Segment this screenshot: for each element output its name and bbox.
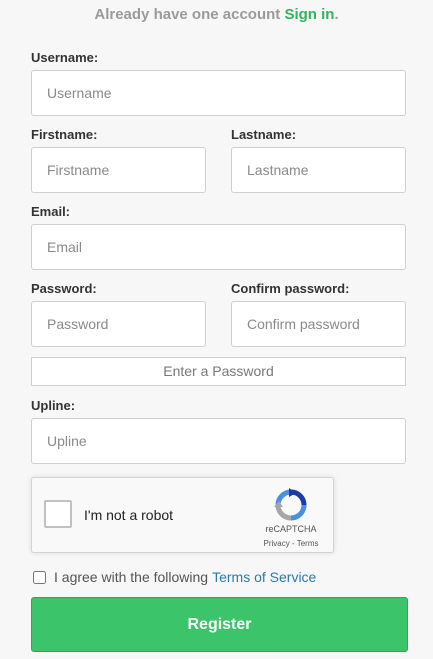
upline-label: Upline: — [31, 398, 76, 413]
username-input[interactable] — [31, 70, 406, 116]
upline-input[interactable] — [31, 418, 406, 464]
confirm-password-input[interactable] — [231, 301, 406, 347]
recaptcha-checkbox[interactable] — [44, 500, 72, 528]
recaptcha-logo-icon — [274, 488, 307, 521]
signin-link[interactable]: Sign in — [284, 6, 334, 23]
firstname-input[interactable] — [31, 147, 206, 193]
terms-text: I agree with the following — [54, 569, 209, 585]
terms-agreement: I agree with the following Terms of Serv… — [33, 569, 316, 585]
signin-prompt: Already have one account Sign in. — [0, 6, 433, 23]
terms-of-service-link[interactable]: Terms of Service — [212, 569, 316, 585]
recaptcha-brand: reCAPTCHA — [265, 524, 317, 534]
password-label: Password: — [31, 281, 97, 296]
password-input[interactable] — [31, 301, 206, 347]
password-strength-indicator: Enter a Password — [31, 357, 406, 386]
lastname-label: Lastname: — [231, 127, 297, 142]
terms-checkbox[interactable] — [33, 570, 46, 584]
firstname-label: Firstname: — [31, 127, 98, 142]
email-input[interactable] — [31, 224, 406, 270]
register-button[interactable]: Register — [31, 597, 408, 652]
recaptcha-privacy-terms[interactable]: Privacy - Terms — [254, 539, 328, 548]
recaptcha-label: I'm not a robot — [84, 507, 174, 523]
signin-prompt-text: Already have one account — [94, 6, 281, 23]
recaptcha-widget: I'm not a robot reCAPTCHA Privacy - Term… — [31, 477, 334, 553]
confirm-password-label: Confirm password: — [231, 281, 350, 296]
lastname-input[interactable] — [231, 147, 406, 193]
signin-period: . — [334, 6, 339, 23]
username-label: Username: — [31, 50, 99, 65]
email-label: Email: — [31, 204, 71, 219]
